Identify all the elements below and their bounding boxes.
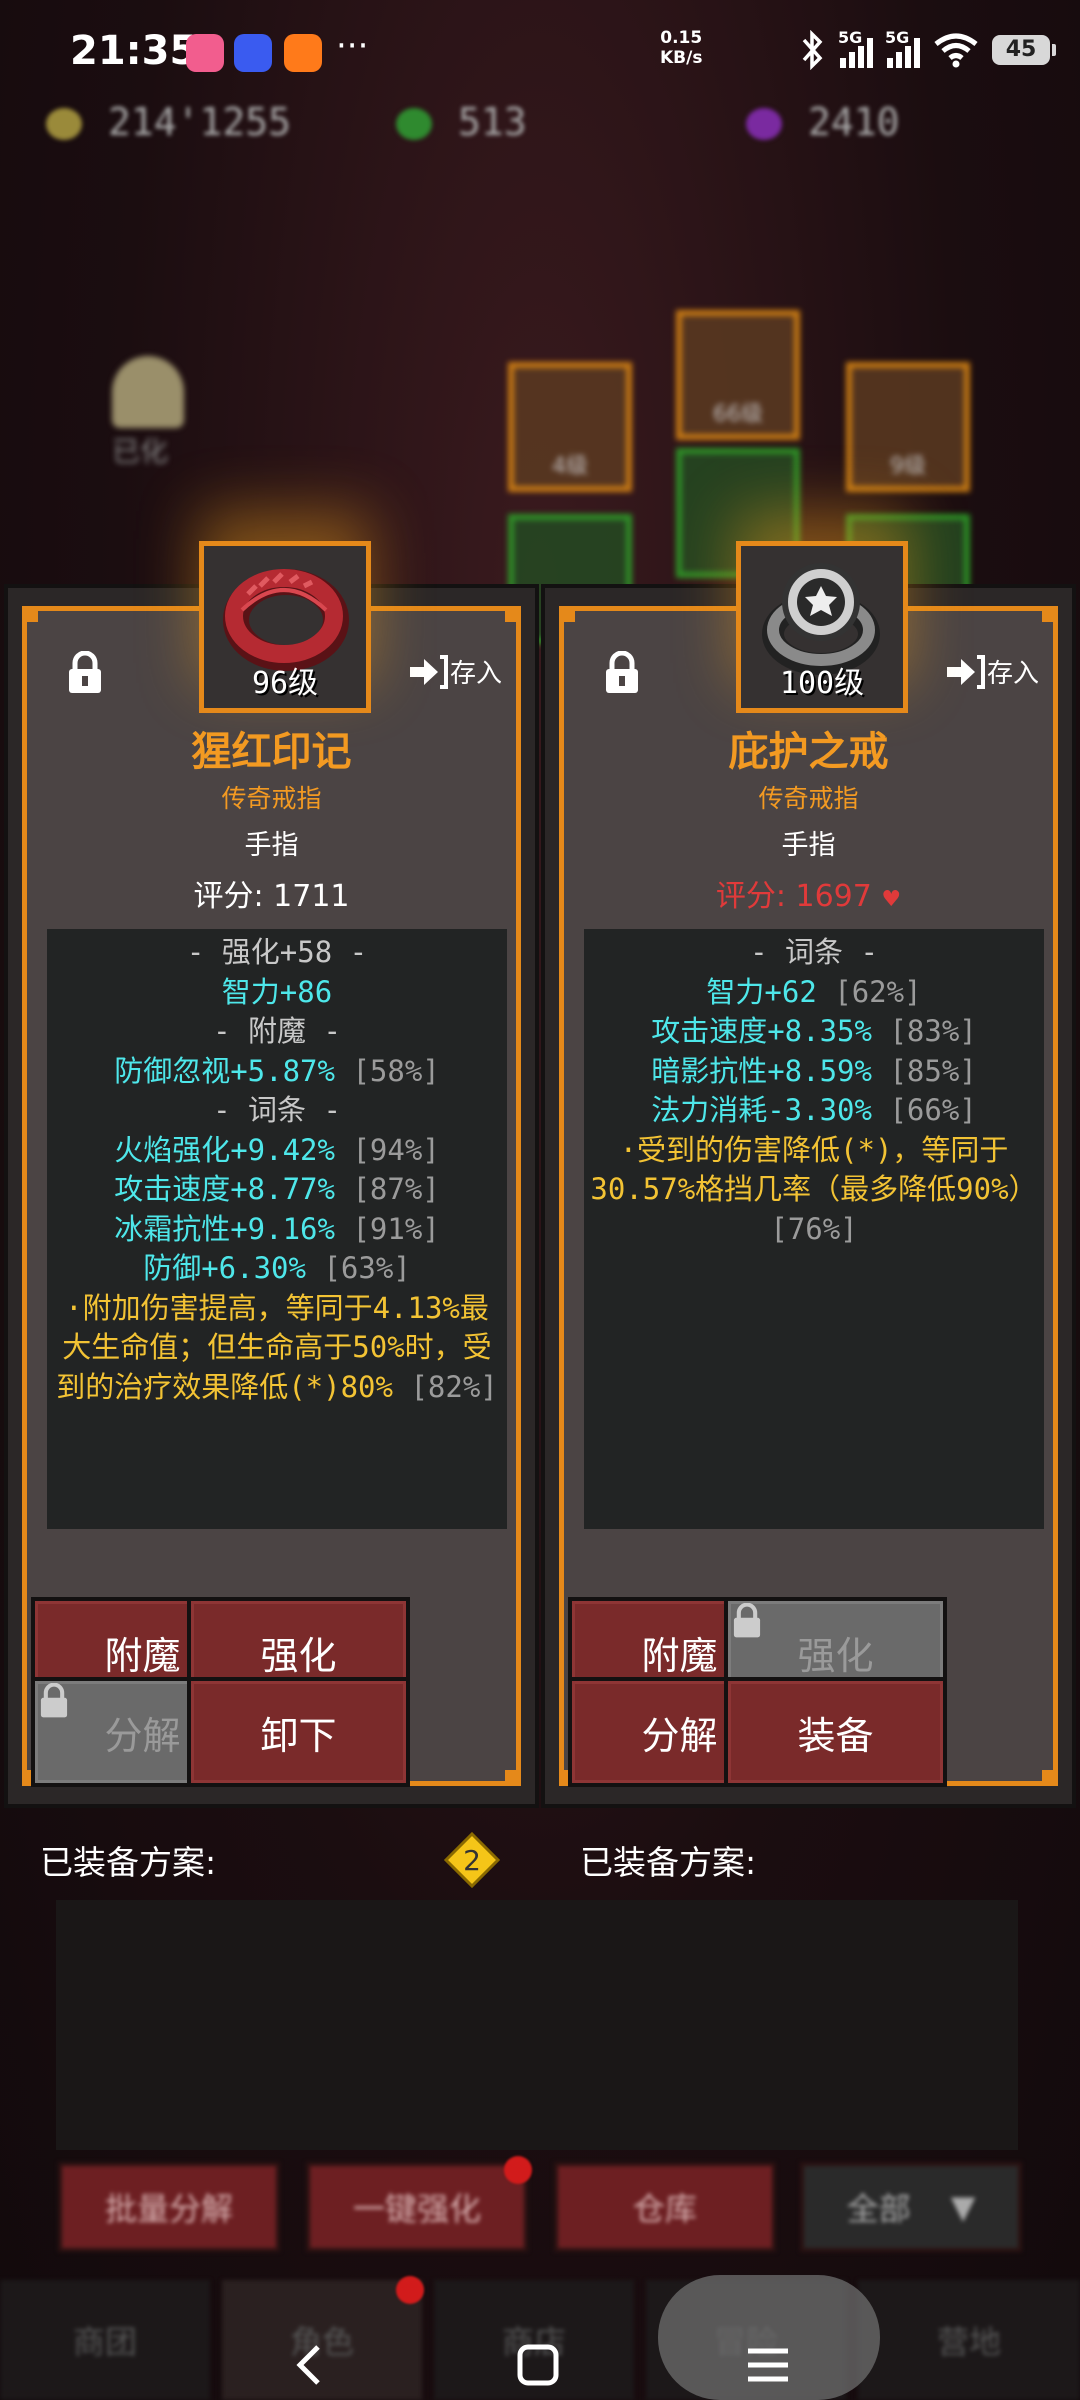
- stat-line: 法力消耗-3.30% [66%]: [651, 1093, 977, 1127]
- score-down-icon: ♥: [881, 887, 902, 912]
- hero-sprite: [112, 356, 184, 428]
- store-button[interactable]: 存入: [945, 653, 1039, 690]
- stat-line: 智力+62 [62%]: [706, 974, 922, 1009]
- enhance-header: - 强化+58 -: [186, 935, 368, 969]
- home-icon: [517, 2344, 559, 2386]
- special-affix: ·受到的伤害降低(*)，等同于30.57%格挡几率（最多降低90%） [76%]: [590, 1132, 1038, 1246]
- store-label: 存入: [449, 659, 502, 689]
- menu-button[interactable]: [738, 2335, 798, 2395]
- lock-icon: [40, 1683, 68, 1718]
- bulk-dismantle-button[interactable]: 批量分解: [58, 2162, 280, 2252]
- panel-frame: 100级 存入 庇护之戒 传奇戒指 手指 评分: 1697 ♥ - 词条 - 智…: [559, 541, 1058, 1787]
- signal-sim2-icon: 5G: [885, 28, 920, 68]
- signal-sim1-icon: 5G: [838, 28, 873, 68]
- item-slot-type: 手指: [244, 830, 299, 861]
- network-speed: 0.15 KB/s: [660, 28, 703, 68]
- bilibili-app-icon: [186, 34, 224, 72]
- stat-line: 攻击速度+8.35% [83%]: [651, 1014, 977, 1048]
- tieba-app-icon: [234, 34, 272, 72]
- hero-caption: 已化: [112, 435, 169, 468]
- store-arrow-icon: [409, 654, 448, 689]
- item-name: 庇护之戒: [728, 729, 889, 775]
- one-click-enhance-button[interactable]: 一键强化: [306, 2162, 528, 2252]
- stat-line: 暗影抗性+8.59% [85%]: [651, 1053, 977, 1088]
- item-level: 100级: [779, 666, 865, 701]
- enhance-label: 强化: [797, 1633, 874, 1678]
- bg-equip-slot: 66级: [676, 310, 800, 440]
- home-button[interactable]: [508, 2335, 568, 2395]
- gem-amount: 513: [458, 100, 527, 144]
- stat-line: 火焰强化+9.42% [94%]: [114, 1132, 440, 1167]
- equipped-loadout-label: 已装备方案:: [40, 1843, 217, 1882]
- gold-coin-icon: [46, 108, 82, 140]
- dismantle-label: 分解: [104, 1713, 181, 1758]
- item-slot-type: 手指: [781, 830, 836, 861]
- stat-line: 冰霜抗性+9.16% [91%]: [114, 1211, 440, 1246]
- equipped-item-panel: 96级 存入 猩红印记 传奇戒指 手指 评分: 1711 - 强化+58 - 智…: [4, 541, 539, 1808]
- item-rarity: 传奇戒指: [221, 784, 322, 813]
- wifi-icon: [934, 33, 978, 68]
- lock-icon[interactable]: [604, 651, 640, 695]
- store-button[interactable]: 存入: [408, 653, 502, 690]
- clock: 21:35: [70, 28, 198, 74]
- bg-equip-slot: 9级: [846, 362, 970, 492]
- equip-button[interactable]: 装备: [724, 1677, 947, 1787]
- menu-icon: [748, 2348, 788, 2382]
- loadout-badge[interactable]: 2: [444, 1832, 500, 1888]
- filter-dropdown[interactable]: 全部 ▼: [800, 2162, 1022, 2252]
- stat-line: 攻击速度+8.77% [87%]: [114, 1172, 440, 1206]
- unequip-button[interactable]: 卸下: [187, 1677, 410, 1787]
- item-score: 评分: 1711: [193, 879, 350, 914]
- svg-text:2: 2: [463, 1844, 481, 1877]
- stat-line: 智力+86: [221, 974, 333, 1009]
- item-rarity: 传奇戒指: [758, 784, 859, 813]
- stat-line: 防御忽视+5.87% [58%]: [114, 1053, 440, 1088]
- gold-amount: 214'1255: [108, 100, 292, 144]
- item-name: 猩红印记: [191, 729, 352, 775]
- item-icon-slot: 96级: [199, 541, 371, 713]
- more-notifications-icon: ···: [336, 26, 369, 66]
- store-arrow-icon: [946, 654, 985, 689]
- item-stats-box: - 词条 - 智力+62 [62%] 攻击速度+8.35% [83%] 暗影抗性…: [584, 929, 1044, 1529]
- item-level: 96级: [251, 666, 319, 701]
- store-label: 存入: [986, 659, 1039, 689]
- item-stats-box: - 强化+58 - 智力+86 - 附魔 - 防御忽视+5.87% [58%] …: [47, 929, 507, 1529]
- shop-app-icon: [284, 34, 322, 72]
- item-score: 评分: 1697 ♥: [715, 879, 902, 914]
- panel-frame: 96级 存入 猩红印记 传奇戒指 手指 评分: 1711 - 强化+58 - 智…: [22, 541, 521, 1787]
- orb-amount: 2410: [808, 100, 900, 144]
- special-affix: ·附加伤害提高，等同于4.13%最大生命值；但生命高于50%时，受到的治疗效果降…: [56, 1290, 498, 1404]
- status-bar: 21:35 ··· 0.15 KB/s 5G 5G 45: [0, 0, 1080, 100]
- bluetooth-icon: [802, 30, 823, 70]
- back-icon: [296, 2345, 320, 2385]
- item-icon-slot: 100级: [736, 541, 908, 713]
- equipped-loadout-label: 已装备方案:: [580, 1843, 757, 1882]
- enchant-header: - 附魔 -: [213, 1014, 341, 1048]
- lock-icon[interactable]: [67, 651, 103, 695]
- chevron-down-icon: ▼: [950, 2188, 976, 2226]
- stat-line: 防御+6.30% [63%]: [143, 1251, 411, 1285]
- orb-icon: [746, 108, 782, 140]
- gem-icon: [396, 108, 432, 140]
- bg-equip-slot: 4级: [508, 362, 632, 492]
- warehouse-button[interactable]: 仓库: [554, 2162, 776, 2252]
- affix-header: - 词条 -: [213, 1093, 341, 1127]
- battery-indicator: 45: [992, 35, 1056, 65]
- compare-item-panel: 100级 存入 庇护之戒 传奇戒指 手指 评分: 1697 ♥ - 词条 - 智…: [541, 541, 1076, 1808]
- lock-icon: [733, 1603, 761, 1638]
- back-button[interactable]: [280, 2335, 340, 2395]
- system-nav-bar: [0, 2275, 1080, 2400]
- affix-header: - 词条 -: [750, 935, 878, 969]
- notification-dot: [504, 2156, 532, 2184]
- loadout-list: [56, 1900, 1018, 2150]
